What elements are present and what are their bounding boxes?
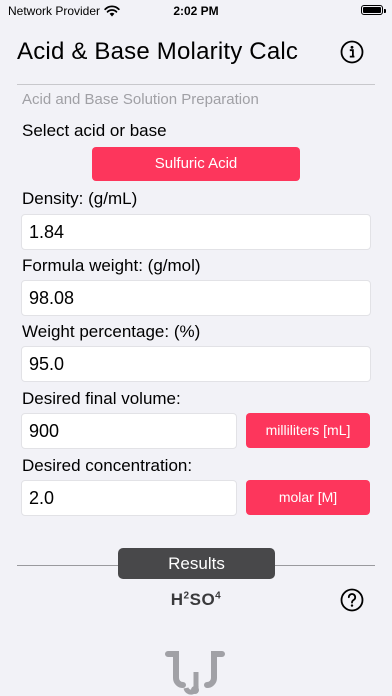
status-bar: Network Provider 2:02 PM <box>0 0 392 22</box>
final-volume-field[interactable]: 900 <box>21 413 237 449</box>
density-field[interactable]: 1.84 <box>21 214 371 250</box>
results-tab[interactable]: Results <box>118 548 275 579</box>
select-label: Select acid or base <box>22 121 167 140</box>
formula-weight-field[interactable]: 98.08 <box>21 280 371 316</box>
formula-o-count: 4 <box>215 590 222 602</box>
density-label: Density: (g/mL) <box>22 189 138 208</box>
title-bar: Acid & Base Molarity Calc <box>0 36 392 72</box>
status-time: 2:02 PM <box>173 4 219 18</box>
app-title: Acid & Base Molarity Calc <box>17 38 299 65</box>
formula-weight-label: Formula weight: (g/mol) <box>22 256 201 275</box>
question-icon[interactable] <box>340 588 364 612</box>
volume-unit-button[interactable]: milliliters [mL] <box>246 413 370 448</box>
flask-logo-icon <box>165 651 225 695</box>
section-title: Acid and Base Solution Preparation <box>22 91 259 108</box>
acid-base-select-button[interactable]: Sulfuric Acid <box>92 147 300 181</box>
weight-percentage-label: Weight percentage: (%) <box>22 322 201 341</box>
info-icon[interactable] <box>340 40 364 64</box>
concentration-field[interactable]: 2.0 <box>21 480 237 516</box>
formula-so: SO <box>189 590 216 609</box>
formula-h: H <box>170 590 184 609</box>
concentration-unit-button[interactable]: molar [M] <box>246 480 370 515</box>
chemical-formula: H2SO4 <box>0 590 392 610</box>
weight-percentage-field[interactable]: 95.0 <box>21 346 371 382</box>
battery-icon <box>361 5 386 15</box>
final-volume-label: Desired final volume: <box>22 389 181 408</box>
title-divider <box>17 84 375 85</box>
concentration-label: Desired concentration: <box>22 456 193 475</box>
